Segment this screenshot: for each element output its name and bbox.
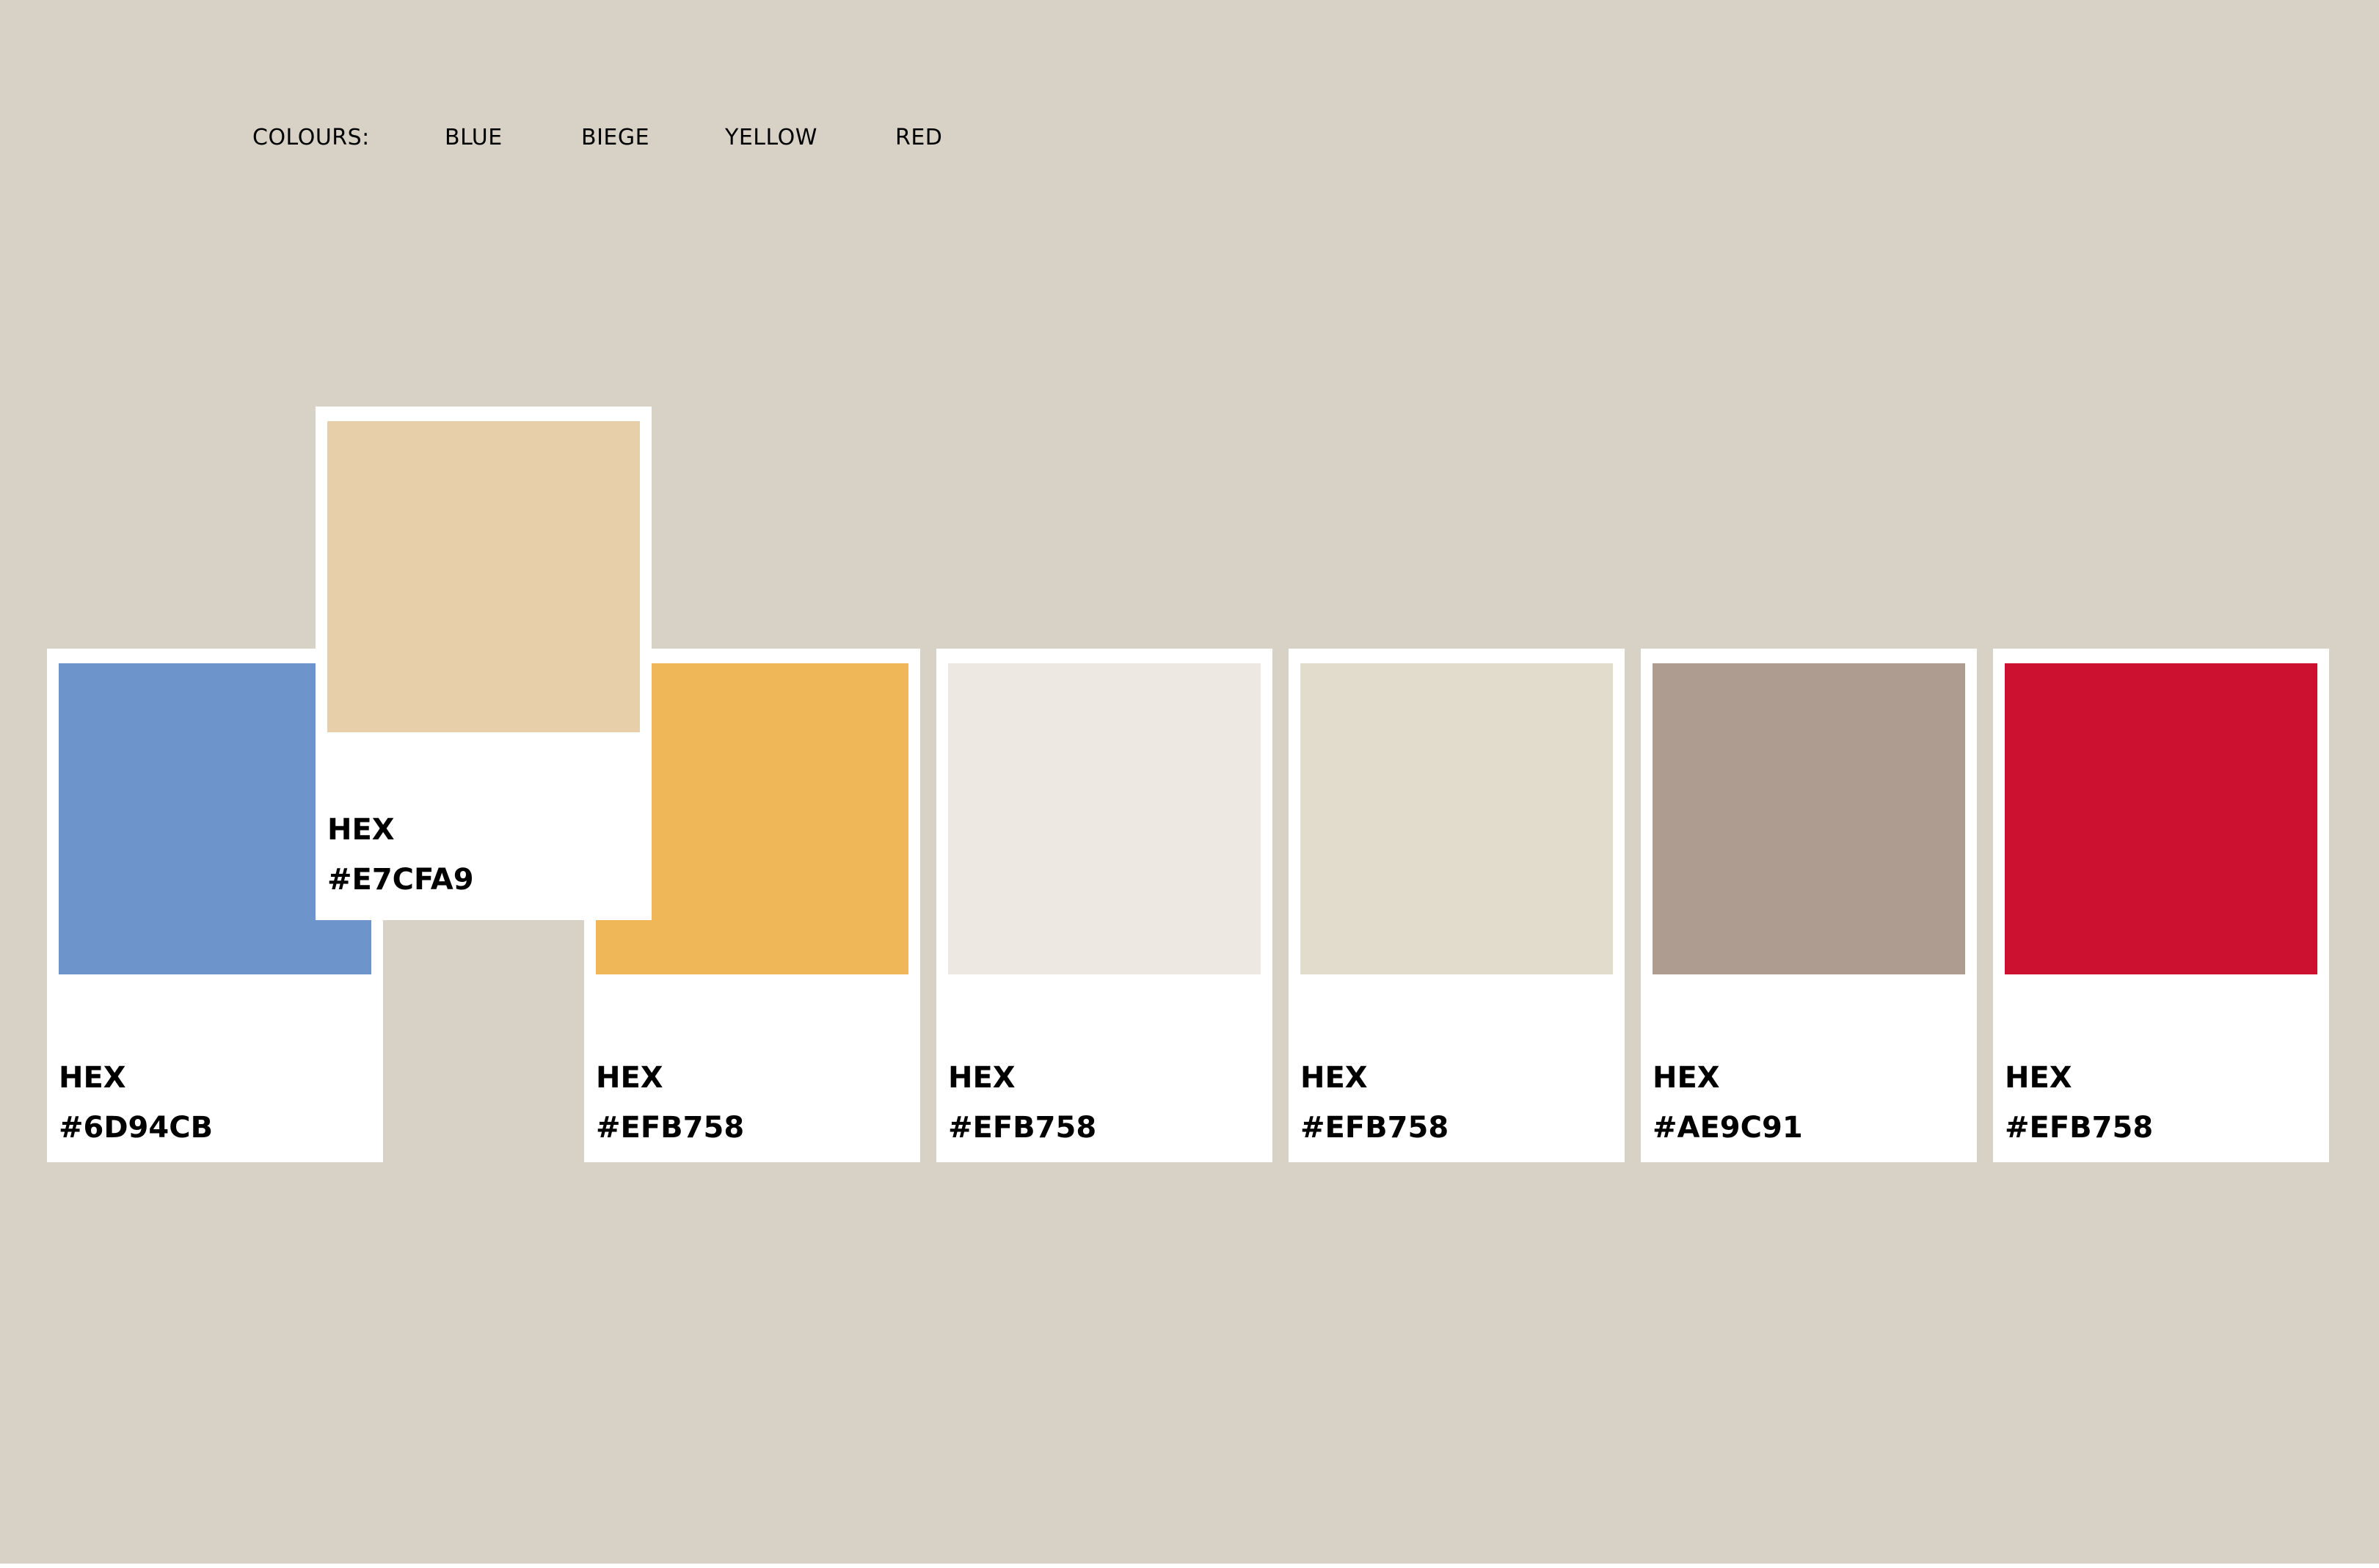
colour-card-off-white[interactable]: HEX #EFB758 (936, 649, 1272, 1162)
colour-swatch (327, 421, 640, 732)
hex-label: HEX (327, 813, 395, 847)
colour-swatch (1653, 663, 1965, 974)
filter-red[interactable]: RED (895, 123, 942, 153)
filter-yellow[interactable]: YELLOW (725, 123, 817, 153)
filter-biege[interactable]: BIEGE (581, 123, 649, 153)
hex-value: #6D94CB (59, 1111, 214, 1145)
colour-card-light-beige[interactable]: HEX #EFB758 (1289, 649, 1625, 1162)
colour-card-taupe[interactable]: HEX #AE9C91 (1641, 649, 1977, 1162)
hex-value: #AE9C91 (1653, 1111, 1803, 1145)
bottom-edge (0, 1564, 2379, 1568)
colours-label: COLOURS: (252, 125, 370, 150)
hex-label: HEX (1300, 1061, 1368, 1095)
colour-swatch (2005, 663, 2317, 974)
hex-label: HEX (2005, 1061, 2072, 1095)
hex-value: #EFB758 (596, 1111, 745, 1145)
hex-label: HEX (596, 1061, 663, 1095)
colour-swatch (948, 663, 1261, 974)
hex-value: #EFB758 (1300, 1111, 1449, 1145)
colour-card-red[interactable]: HEX #EFB758 (1993, 649, 2329, 1162)
hex-value: #EFB758 (2005, 1111, 2154, 1145)
colour-swatch (1300, 663, 1613, 974)
hex-label: HEX (59, 1061, 126, 1095)
colour-card-beige[interactable]: HEX #E7CFA9 (316, 406, 652, 920)
hex-value: #E7CFA9 (327, 863, 474, 897)
hex-value: #EFB758 (948, 1111, 1097, 1145)
filter-blue[interactable]: BLUE (445, 123, 503, 153)
hex-label: HEX (948, 1061, 1016, 1095)
hex-label: HEX (1653, 1061, 1720, 1095)
